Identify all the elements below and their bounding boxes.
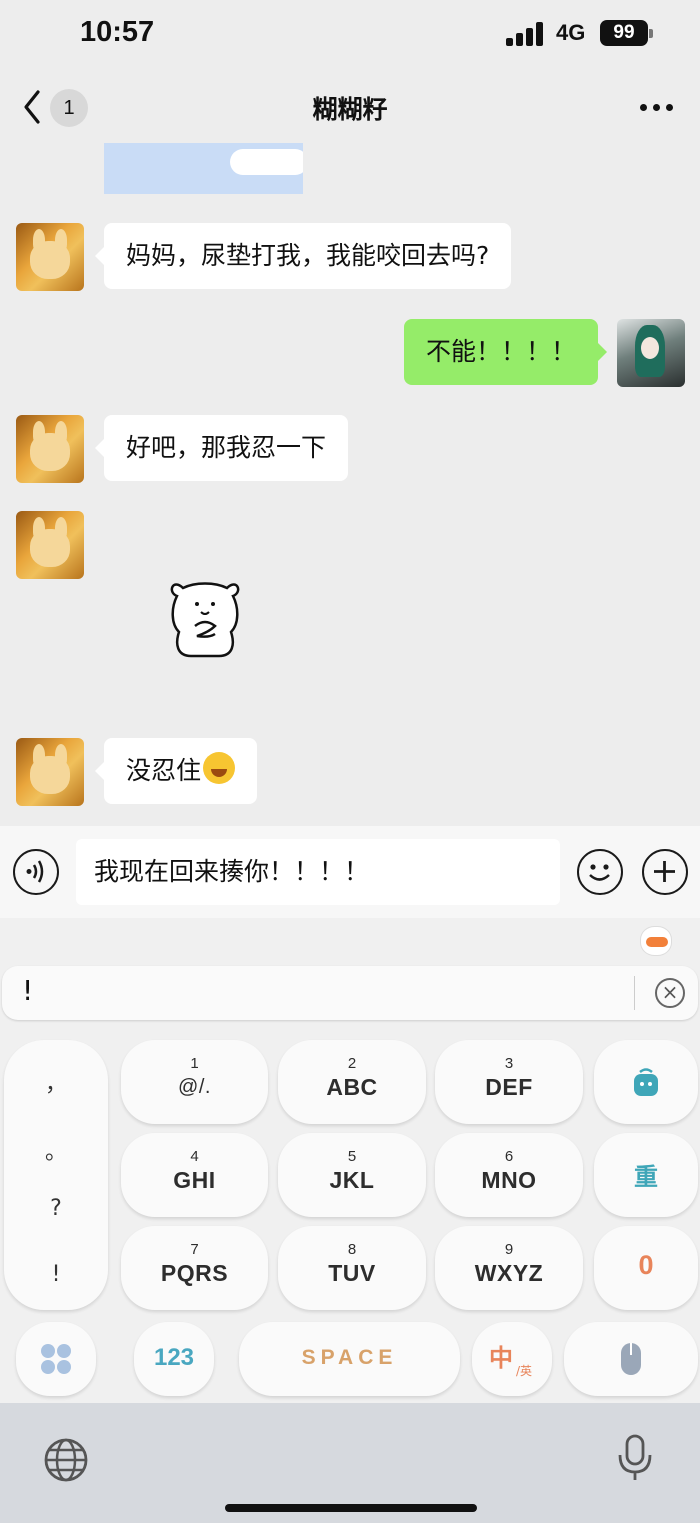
bear-sticker[interactable] (165, 574, 245, 660)
image-message-partial[interactable] (104, 143, 303, 194)
key-8[interactable]: 8 TUV (278, 1226, 426, 1310)
key-3[interactable]: 3 DEF (435, 1040, 583, 1124)
more-icon[interactable] (640, 104, 674, 112)
status-bar: 10:57 4G 99 (0, 0, 700, 70)
punct-comma[interactable]: ， (4, 1066, 108, 1098)
voice-icon[interactable] (13, 849, 59, 895)
numeric-key[interactable]: 123 (134, 1322, 214, 1396)
candidate-bar: ! × (2, 966, 698, 1020)
key-2[interactable]: 2 ABC (278, 1040, 426, 1124)
apps-icon (41, 1344, 71, 1374)
cursor-key[interactable] (564, 1322, 698, 1396)
punct-question[interactable]: ? (4, 1196, 108, 1221)
punct-period[interactable]: 。 (4, 1134, 108, 1166)
status-time: 10:57 (80, 16, 155, 48)
key-5[interactable]: 5 JKL (278, 1133, 426, 1217)
mic-icon[interactable] (615, 1433, 655, 1483)
key-7[interactable]: 7 PQRS (121, 1226, 268, 1310)
reset-key[interactable]: 重 (594, 1133, 698, 1217)
my-avatar[interactable] (617, 319, 685, 387)
mouse-icon (621, 1343, 641, 1375)
key-9[interactable]: 9 WXYZ (435, 1226, 583, 1310)
contact-avatar[interactable] (16, 738, 84, 806)
space-key[interactable]: SPACE (239, 1322, 460, 1396)
contact-avatar[interactable] (16, 511, 84, 579)
chat-title: 糊糊籽 (312, 95, 388, 124)
system-bottom-bar (0, 1403, 700, 1523)
clear-icon[interactable]: × (655, 978, 685, 1008)
candidate-text[interactable]: ! (22, 974, 33, 1007)
punct-exclaim[interactable]: ! (4, 1262, 108, 1287)
battery-icon: 99 (600, 20, 648, 46)
emoji-icon[interactable] (577, 849, 623, 895)
home-indicator[interactable] (225, 1504, 477, 1512)
chat-header: 1 糊糊籽 (0, 70, 700, 144)
message-text: 没忍住 (126, 756, 202, 785)
delete-key[interactable] (594, 1040, 698, 1124)
punctuation-column[interactable]: ， 。 ? ! (4, 1040, 108, 1310)
contact-avatar[interactable] (16, 415, 84, 483)
battery-tip (649, 29, 653, 38)
message-bubble-received[interactable]: 好吧，那我忍一下 (94, 415, 349, 481)
message-input[interactable]: 我现在回来揍你！！！！ (76, 839, 560, 905)
keyboard: ! × ， 。 ? ! 1 @/. 2 ABC 3 DEF 4 GHI 5 JKL 6 MN… (0, 918, 700, 1403)
apps-key[interactable] (16, 1322, 96, 1396)
key-0[interactable]: 0 (594, 1226, 698, 1310)
key-6[interactable]: 6 MNO (435, 1133, 583, 1217)
candidate-divider (634, 976, 635, 1010)
plus-icon[interactable] (642, 849, 688, 895)
contact-avatar[interactable] (16, 223, 84, 291)
network-type: 4G (556, 20, 586, 45)
key-4[interactable]: 4 GHI (121, 1133, 268, 1217)
keyboard-mascot-icon[interactable] (640, 926, 672, 956)
key-1[interactable]: 1 @/. (121, 1040, 268, 1124)
blush-emoji-icon (203, 752, 236, 784)
language-toggle-key[interactable]: 中 /英 (472, 1322, 552, 1396)
cellular-signal-icon (506, 22, 544, 46)
message-bubble-sent[interactable]: 不能！！！！ (403, 319, 608, 385)
message-bubble-received[interactable]: 妈妈，尿垫打我，我能咬回去吗? (94, 223, 512, 289)
globe-icon[interactable] (42, 1436, 90, 1484)
message-bubble-received[interactable]: 没忍住 (94, 738, 258, 804)
message-input-bar: 我现在回来揍你！！！！ (0, 826, 700, 918)
trash-icon (634, 1068, 658, 1096)
